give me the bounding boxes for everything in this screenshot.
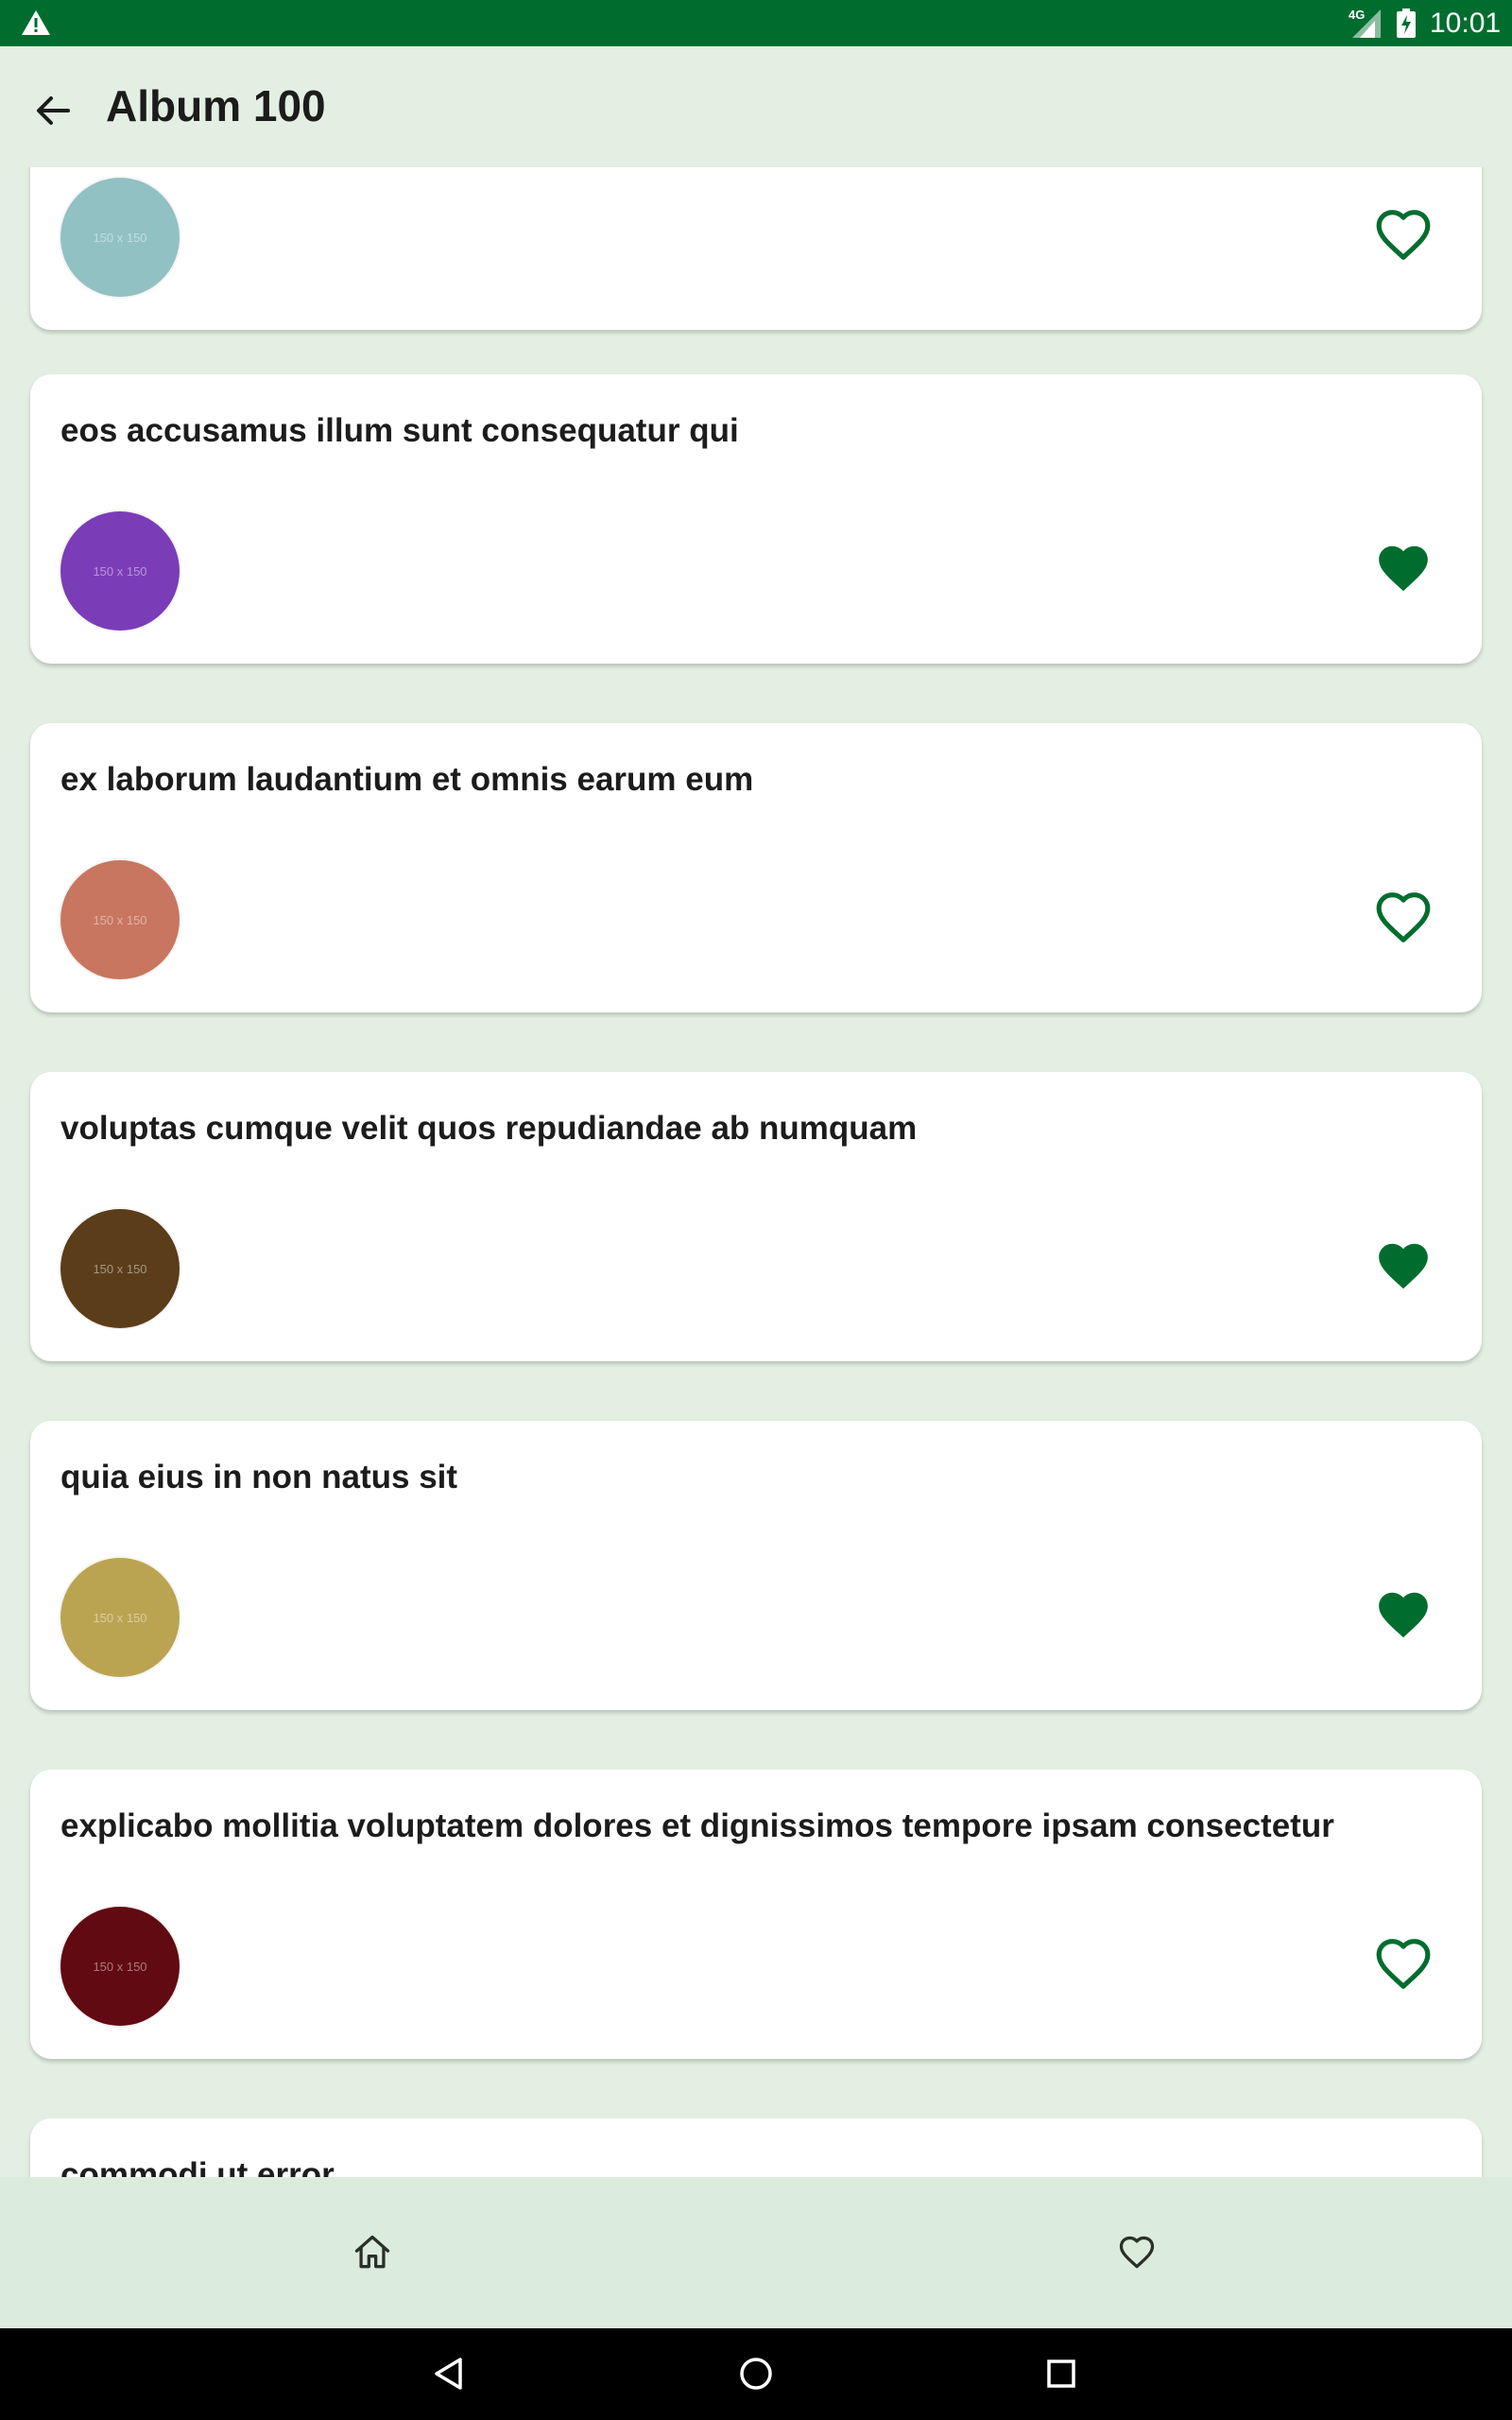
photo-card[interactable]: ex laborum laudantium et omnis earum eum… xyxy=(30,723,1482,1012)
photo-list[interactable]: 150 x 150 eos accusamus illum sunt conse… xyxy=(0,167,1512,2177)
photo-thumbnail: 150 x 150 xyxy=(60,1907,180,2026)
photo-thumbnail: 150 x 150 xyxy=(60,1558,180,1677)
recents-square-icon xyxy=(1047,2360,1075,2388)
page-title: Album 100 xyxy=(106,81,326,130)
heart-outline-icon[interactable] xyxy=(1372,889,1435,947)
bottom-navigation xyxy=(0,2177,1512,2328)
heart-outline-icon[interactable] xyxy=(1372,206,1435,265)
back-triangle-icon xyxy=(435,2358,462,2390)
photo-title: eos accusamus illum sunt consequatur qui xyxy=(60,412,739,449)
heart-filled-icon[interactable] xyxy=(1372,1586,1435,1645)
photo-card[interactable]: 150 x 150 xyxy=(30,167,1482,330)
home-icon xyxy=(354,2235,390,2269)
heart-filled-icon[interactable] xyxy=(1372,540,1435,598)
system-home-button[interactable] xyxy=(728,2345,784,2402)
nav-home-button[interactable] xyxy=(338,2219,406,2287)
photo-thumbnail: 150 x 150 xyxy=(60,178,180,297)
photo-title: voluptas cumque velit quos repudiandae a… xyxy=(60,1110,918,1147)
clock: 10:01 xyxy=(1430,8,1502,39)
heart-outline-icon[interactable] xyxy=(1372,1935,1435,1994)
photo-title: explicabo mollitia voluptatem dolores et… xyxy=(60,1807,1334,1844)
heart-outline-icon xyxy=(1119,2236,1155,2269)
warning-icon xyxy=(22,10,50,35)
photo-card[interactable]: explicabo mollitia voluptatem dolores et… xyxy=(30,1770,1482,2059)
status-bar: 4G 10:01 xyxy=(0,0,1512,46)
nav-favorites-button[interactable] xyxy=(1103,2219,1171,2287)
heart-filled-icon[interactable] xyxy=(1372,1237,1435,1296)
photo-thumbnail: 150 x 150 xyxy=(60,860,180,979)
photo-title: quia eius in non natus sit xyxy=(60,1459,458,1495)
photo-card[interactable]: eos accusamus illum sunt consequatur qui… xyxy=(30,374,1482,664)
network-type-label: 4G xyxy=(1349,8,1366,22)
system-back-button[interactable] xyxy=(421,2345,478,2402)
battery-charging-icon xyxy=(1397,9,1416,38)
photo-thumbnail: 150 x 150 xyxy=(60,511,180,631)
photo-thumbnail: 150 x 150 xyxy=(60,1209,180,1328)
photo-card[interactable]: commodi ut error xyxy=(30,2118,1482,2177)
app-bar: Album 100 xyxy=(0,46,1512,167)
photo-title: commodi ut error xyxy=(60,2156,335,2177)
photo-title: ex laborum laudantium et omnis earum eum xyxy=(60,761,754,798)
home-circle-icon xyxy=(740,2358,772,2390)
photo-card[interactable]: quia eius in non natus sit 150 x 150 xyxy=(30,1421,1482,1710)
photo-card[interactable]: voluptas cumque velit quos repudiandae a… xyxy=(30,1072,1482,1361)
system-navigation-bar xyxy=(0,2328,1512,2420)
arrow-back-icon[interactable] xyxy=(30,88,76,133)
system-recents-button[interactable] xyxy=(1033,2345,1090,2402)
